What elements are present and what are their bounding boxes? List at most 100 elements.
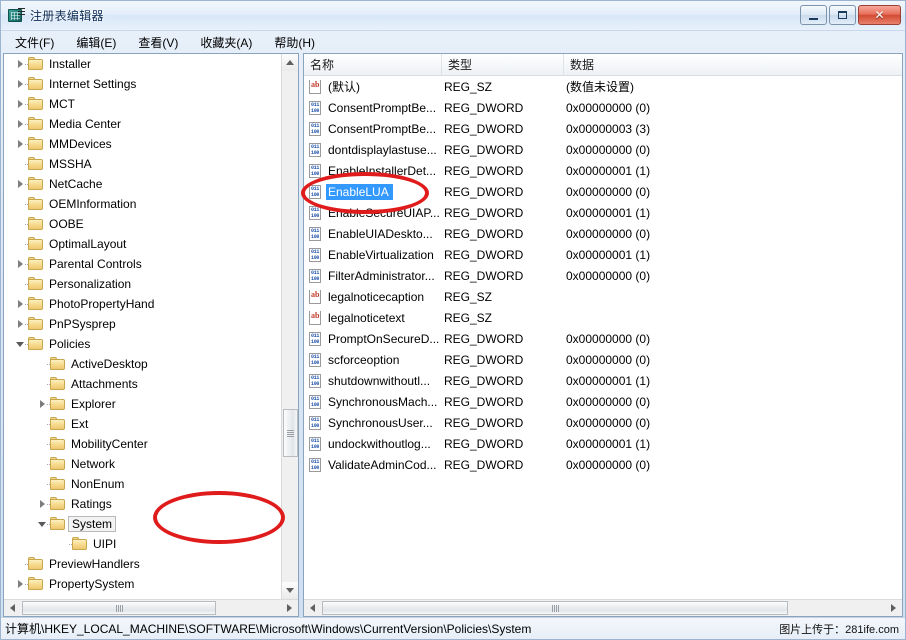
menu-favorites[interactable]: 收藏夹(A) (198, 32, 262, 53)
expand-arrow-icon[interactable] (14, 318, 25, 329)
maximize-button[interactable] (829, 5, 856, 25)
tree-scroll-up-button[interactable] (282, 54, 298, 71)
value-name-cell: EnableVirtualization (304, 247, 442, 263)
table-row[interactable]: shutdownwithoutl...REG_DWORD0x00000001 (… (304, 370, 902, 391)
tree-vertical-scrollbar[interactable] (281, 54, 298, 599)
tree-node-ext[interactable]: Ext (4, 414, 298, 434)
tree-node-nonenum[interactable]: NonEnum (4, 474, 298, 494)
tree-node-media-center[interactable]: Media Center (4, 114, 298, 134)
table-row[interactable]: FilterAdministrator...REG_DWORD0x0000000… (304, 265, 902, 286)
close-button[interactable]: ✕ (858, 5, 901, 25)
value-type-cell: REG_DWORD (442, 437, 564, 451)
collapse-arrow-icon[interactable] (36, 518, 47, 529)
tree-node-installer[interactable]: Installer (4, 54, 298, 74)
value-data-cell: 0x00000000 (0) (564, 143, 902, 157)
tree-node-pnpsysprep[interactable]: PnPSysprep (4, 314, 298, 334)
tree-node-label: OOBE (49, 217, 84, 231)
table-row[interactable]: dontdisplaylastuse...REG_DWORD0x00000000… (304, 139, 902, 160)
menu-edit[interactable]: 编辑(E) (74, 32, 126, 53)
tree-node-parental-controls[interactable]: Parental Controls (4, 254, 298, 274)
tree-node-mssha[interactable]: MSSHA (4, 154, 298, 174)
values-list[interactable]: (默认)REG_SZ(数值未设置)ConsentPromptBe...REG_D… (304, 76, 902, 599)
table-row[interactable]: EnableSecureUIAP...REG_DWORD0x00000001 (… (304, 202, 902, 223)
table-row[interactable]: EnableLUAREG_DWORD0x00000000 (0) (304, 181, 902, 202)
tree-node-netcache[interactable]: NetCache (4, 174, 298, 194)
expand-arrow-icon[interactable] (14, 58, 25, 69)
tree-scroll-down-button[interactable] (282, 582, 298, 599)
expand-arrow-icon[interactable] (14, 178, 25, 189)
tree-node-oobe[interactable]: OOBE (4, 214, 298, 234)
table-row[interactable]: SynchronousMach...REG_DWORD0x00000000 (0… (304, 391, 902, 412)
tree-node-internet-settings[interactable]: Internet Settings (4, 74, 298, 94)
expand-arrow-icon[interactable] (14, 98, 25, 109)
values-hscroll-thumb[interactable] (322, 601, 788, 615)
values-scroll-right-button[interactable] (885, 600, 902, 616)
menu-view[interactable]: 查看(V) (136, 32, 188, 53)
expand-arrow-icon[interactable] (14, 118, 25, 129)
tree-node-ratings[interactable]: Ratings (4, 494, 298, 514)
tree-node-system[interactable]: System (4, 514, 298, 534)
dword-value-icon (308, 332, 323, 346)
string-value-icon (308, 290, 323, 304)
expand-arrow-icon[interactable] (14, 78, 25, 89)
table-row[interactable]: EnableUIADeskto...REG_DWORD0x00000000 (0… (304, 223, 902, 244)
tree-hscroll-thumb[interactable] (22, 601, 216, 615)
tree-node-oeminformation[interactable]: OEMInformation (4, 194, 298, 214)
table-row[interactable]: legalnoticetextREG_SZ (304, 307, 902, 328)
chevron-right-icon (891, 604, 896, 612)
table-row[interactable]: ConsentPromptBe...REG_DWORD0x00000000 (0… (304, 97, 902, 118)
table-row[interactable]: legalnoticecaptionREG_SZ (304, 286, 902, 307)
expand-arrow-icon[interactable] (14, 578, 25, 589)
tree-node-network[interactable]: Network (4, 454, 298, 474)
expand-arrow-icon[interactable] (14, 298, 25, 309)
tree-horizontal-scrollbar[interactable] (4, 599, 298, 616)
tree-node-personalization[interactable]: Personalization (4, 274, 298, 294)
tree-node-activedesktop[interactable]: ActiveDesktop (4, 354, 298, 374)
expand-arrow-icon[interactable] (14, 138, 25, 149)
menu-file[interactable]: 文件(F) (13, 32, 64, 53)
tree-node-mct[interactable]: MCT (4, 94, 298, 114)
collapse-arrow-icon[interactable] (14, 338, 25, 349)
minimize-button[interactable] (800, 5, 827, 25)
table-row[interactable]: PromptOnSecureD...REG_DWORD0x00000000 (0… (304, 328, 902, 349)
table-row[interactable]: SynchronousUser...REG_DWORD0x00000000 (0… (304, 412, 902, 433)
value-type-cell: REG_DWORD (442, 395, 564, 409)
table-row[interactable]: EnableInstallerDet...REG_DWORD0x00000001… (304, 160, 902, 181)
tree-node-attachments[interactable]: Attachments (4, 374, 298, 394)
table-row[interactable]: (默认)REG_SZ(数值未设置) (304, 76, 902, 97)
column-header-data[interactable]: 数据 (564, 54, 902, 75)
tree-scroll-right-button[interactable] (281, 600, 298, 616)
tree-node-photopropertyhand[interactable]: PhotoPropertyHand (4, 294, 298, 314)
table-row[interactable]: undockwithoutlog...REG_DWORD0x00000001 (… (304, 433, 902, 454)
tree-node-label: Explorer (71, 397, 116, 411)
tree-node-propertysystem[interactable]: PropertySystem (4, 574, 298, 594)
tree-node-previewhandlers[interactable]: PreviewHandlers (4, 554, 298, 574)
expand-arrow-icon[interactable] (14, 258, 25, 269)
table-row[interactable]: EnableVirtualizationREG_DWORD0x00000001 … (304, 244, 902, 265)
tree-node-label: MSSHA (49, 157, 92, 171)
tree-node-policies[interactable]: Policies (4, 334, 298, 354)
column-header-type[interactable]: 类型 (442, 54, 564, 75)
value-name-text: PromptOnSecureD... (326, 331, 441, 347)
tree-scroll-left-button[interactable] (4, 600, 21, 616)
close-icon: ✕ (874, 9, 884, 21)
table-row[interactable]: scforceoptionREG_DWORD0x00000000 (0) (304, 349, 902, 370)
table-row[interactable]: ValidateAdminCod...REG_DWORD0x00000000 (… (304, 454, 902, 475)
tree-node-optimallayout[interactable]: OptimalLayout (4, 234, 298, 254)
tree-node-explorer[interactable]: Explorer (4, 394, 298, 414)
expand-arrow-icon[interactable] (36, 398, 47, 409)
values-horizontal-scrollbar[interactable] (304, 599, 902, 616)
tree-node-mmdevices[interactable]: MMDevices (4, 134, 298, 154)
registry-tree[interactable]: InstallerInternet SettingsMCTMedia Cente… (4, 54, 298, 599)
column-header-name[interactable]: 名称 (304, 54, 442, 75)
expand-arrow-icon[interactable] (36, 498, 47, 509)
tree-node-uipi[interactable]: UIPI (4, 534, 298, 554)
tree-scroll-thumb[interactable] (283, 409, 298, 457)
menu-help[interactable]: 帮助(H) (272, 32, 325, 53)
tree-node-mobilitycenter[interactable]: MobilityCenter (4, 434, 298, 454)
table-row[interactable]: ConsentPromptBe...REG_DWORD0x00000003 (3… (304, 118, 902, 139)
values-scroll-left-button[interactable] (304, 600, 321, 616)
folder-icon (28, 297, 44, 311)
value-type-cell: REG_DWORD (442, 164, 564, 178)
value-data-cell: 0x00000003 (3) (564, 122, 902, 136)
